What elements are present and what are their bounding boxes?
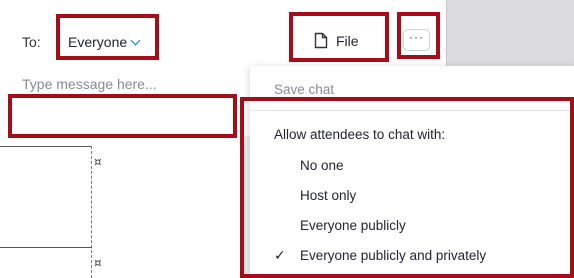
option-everyone-publicly-and-privately[interactable]: Everyone publicly and privately [300, 248, 486, 263]
recipient-dropdown[interactable]: Everyone [68, 34, 141, 50]
checkmark-icon: ✓ [274, 247, 286, 263]
file-icon [314, 32, 328, 49]
cell-marker: ¤ [94, 256, 102, 270]
allow-attendees-header: Allow attendees to chat with: [274, 127, 446, 142]
save-chat-item[interactable]: Save chat [274, 82, 334, 97]
document-page [0, 136, 240, 278]
cell-marker: ¤ [94, 155, 102, 169]
document-line [0, 146, 92, 147]
option-host-only[interactable]: Host only [300, 188, 356, 203]
file-label: File [336, 32, 359, 49]
to-label: To: [22, 34, 41, 50]
menu-separator [250, 110, 574, 111]
zoom-chat-screenshot: To: Everyone File ··· ¤ ¤ Save chat Allo… [0, 0, 574, 278]
document-dashed-line [91, 146, 92, 278]
chat-options-menu: Save chat Allow attendees to chat with: … [250, 66, 574, 278]
more-icon: ··· [409, 30, 424, 44]
chevron-down-icon [130, 35, 141, 46]
document-line [0, 247, 92, 248]
option-everyone-publicly[interactable]: Everyone publicly [300, 218, 406, 233]
option-no-one[interactable]: No one [300, 158, 344, 173]
message-input[interactable] [22, 76, 232, 92]
more-button[interactable]: ··· [403, 29, 430, 51]
file-button[interactable]: File [314, 32, 359, 49]
recipient-label: Everyone [68, 34, 128, 50]
